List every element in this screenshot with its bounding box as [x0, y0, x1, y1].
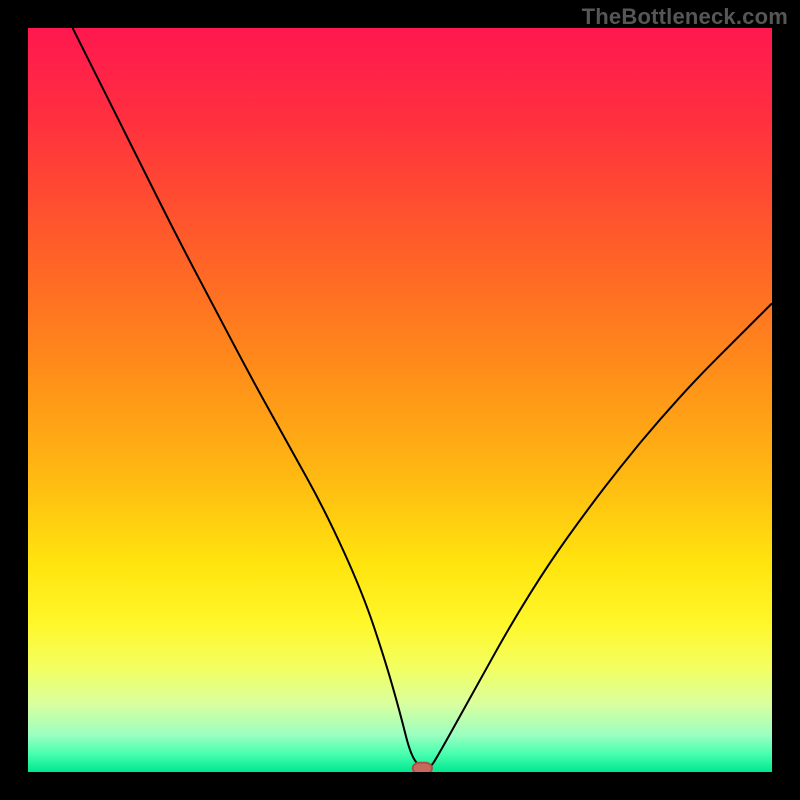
- bottleneck-chart: [28, 28, 772, 772]
- chart-frame: TheBottleneck.com: [0, 0, 800, 800]
- optimal-point-marker: [413, 763, 432, 772]
- watermark-text: TheBottleneck.com: [582, 4, 788, 30]
- plot-background: [28, 28, 772, 772]
